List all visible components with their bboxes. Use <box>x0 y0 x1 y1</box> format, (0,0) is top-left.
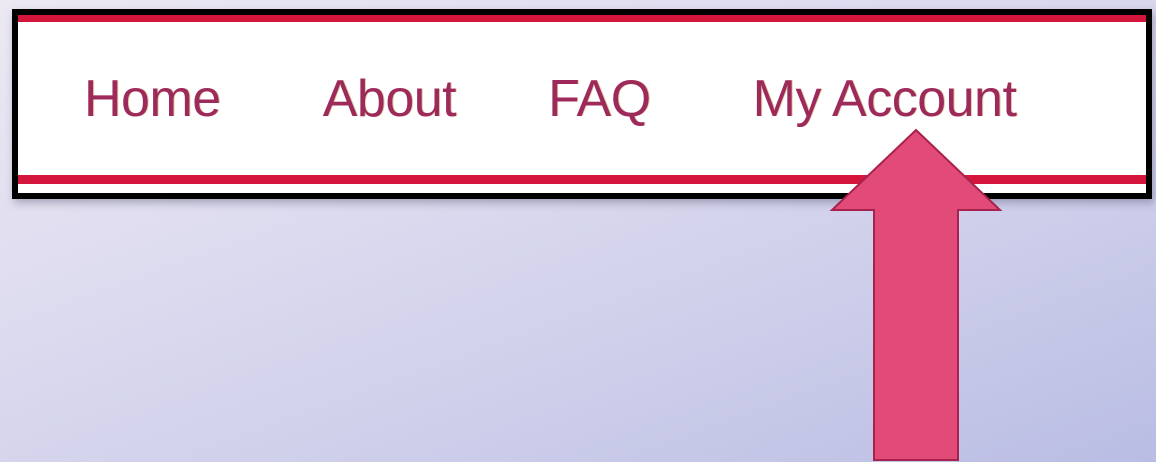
nav-links: Home About FAQ My Account <box>84 69 1017 129</box>
arrow-up-icon <box>829 128 1003 461</box>
nav-link-faq[interactable]: FAQ <box>548 69 651 129</box>
top-accent-line <box>18 15 1146 22</box>
nav-link-home[interactable]: Home <box>84 69 221 129</box>
nav-link-my-account[interactable]: My Account <box>753 69 1017 129</box>
nav-link-about[interactable]: About <box>323 69 457 129</box>
